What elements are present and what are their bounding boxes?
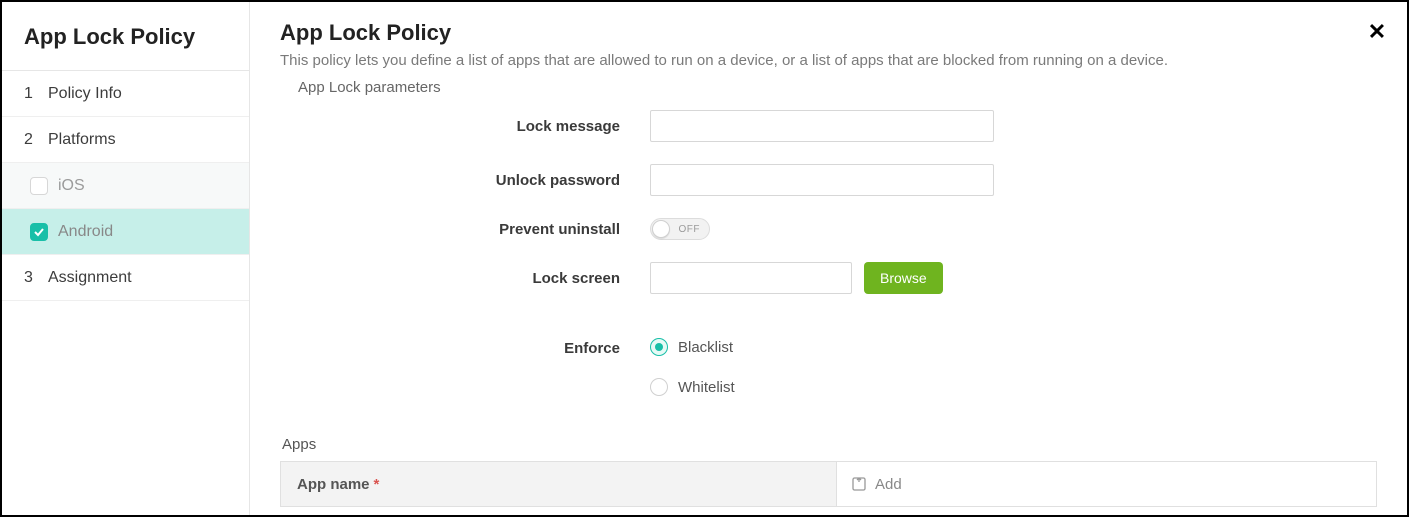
apps-column-header: App name *: [281, 462, 837, 506]
radio-icon: [650, 338, 668, 356]
page-title: App Lock Policy: [280, 20, 1377, 46]
required-marker: *: [374, 476, 380, 493]
field-label: Lock screen: [280, 270, 650, 287]
step-policy-info[interactable]: 1 Policy Info: [2, 71, 249, 117]
sidebar-title: App Lock Policy: [2, 2, 249, 71]
prevent-uninstall-toggle[interactable]: OFF: [650, 218, 710, 240]
field-enforce: Enforce Blacklist Whitelist: [280, 338, 1377, 396]
step-assignment[interactable]: 3 Assignment: [2, 255, 249, 301]
step-number: 1: [24, 85, 38, 103]
step-platforms[interactable]: 2 Platforms: [2, 117, 249, 163]
platform-label: iOS: [58, 177, 85, 195]
wizard-steps: 1 Policy Info 2 Platforms iOS Android: [2, 71, 249, 301]
platform-label: Android: [58, 223, 113, 241]
checkbox-icon: [30, 223, 48, 241]
step-number: 3: [24, 269, 38, 287]
add-label: Add: [875, 476, 902, 493]
page-description: This policy lets you define a list of ap…: [280, 52, 1377, 69]
step-label: Platforms: [48, 131, 116, 149]
apps-table: App name * Add: [280, 461, 1377, 507]
apps-section-label: Apps: [282, 436, 1377, 453]
step-number: 2: [24, 131, 38, 149]
field-prevent-uninstall: Prevent uninstall OFF: [280, 218, 1377, 240]
field-unlock-password: Unlock password: [280, 164, 1377, 196]
checkbox-icon: [30, 177, 48, 195]
platform-ios[interactable]: iOS: [2, 163, 249, 209]
add-icon: [851, 476, 867, 492]
platform-android[interactable]: Android: [2, 209, 249, 255]
radio-label: Whitelist: [678, 379, 735, 396]
radio-label: Blacklist: [678, 339, 733, 356]
main-panel: ✕ App Lock Policy This policy lets you d…: [250, 2, 1407, 515]
toggle-knob: [652, 220, 670, 238]
apps-column-header-text: App name: [297, 476, 370, 493]
lock-screen-input[interactable]: [650, 262, 852, 294]
field-label: Prevent uninstall: [280, 221, 650, 238]
step-label: Policy Info: [48, 85, 122, 103]
lock-message-input[interactable]: [650, 110, 994, 142]
enforce-option-whitelist[interactable]: Whitelist: [650, 378, 735, 396]
field-label: Unlock password: [280, 172, 650, 189]
radio-icon: [650, 378, 668, 396]
browse-button[interactable]: Browse: [864, 262, 943, 294]
field-label: Enforce: [280, 338, 650, 357]
unlock-password-input[interactable]: [650, 164, 994, 196]
section-label: App Lock parameters: [298, 79, 1377, 96]
field-label: Lock message: [280, 118, 650, 135]
step-label: Assignment: [48, 269, 132, 287]
add-app-button[interactable]: Add: [837, 462, 1376, 506]
sidebar: App Lock Policy 1 Policy Info 2 Platform…: [2, 2, 250, 515]
enforce-option-blacklist[interactable]: Blacklist: [650, 338, 733, 356]
field-lock-message: Lock message: [280, 110, 1377, 142]
toggle-state: OFF: [679, 224, 701, 235]
close-icon[interactable]: ✕: [1365, 20, 1389, 44]
field-lock-screen: Lock screen Browse: [280, 262, 1377, 294]
